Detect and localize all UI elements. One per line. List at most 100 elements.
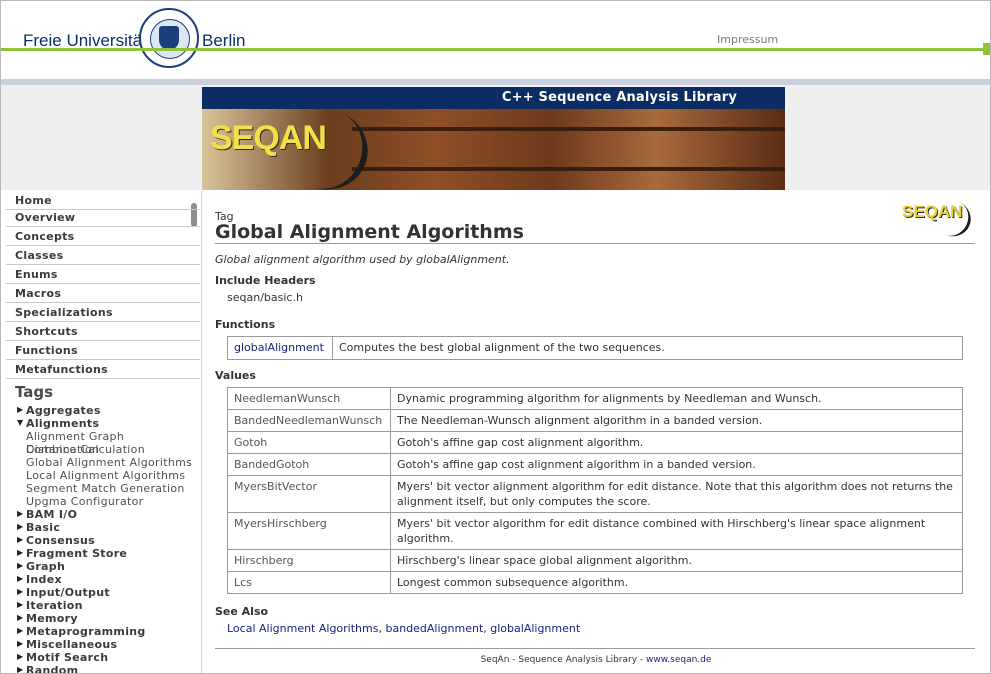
value-row: NeedlemanWunsch Dynamic programming algor… — [227, 387, 963, 410]
function-link[interactable]: globalAlignment — [234, 341, 324, 354]
footer-divider — [215, 648, 975, 649]
value-name: NeedlemanWunsch — [227, 387, 391, 410]
seqan-small-logo: SEQAN — [902, 202, 963, 221]
value-name: Gotoh — [227, 431, 391, 454]
value-row: Hirschberg Hirschberg's linear space glob… — [227, 549, 963, 572]
tag-group-alignments[interactable]: Alignments — [26, 417, 99, 430]
page-title: Global Alignment Algorithms — [215, 221, 524, 243]
footer-text: SeqAn - Sequence Analysis Library - — [480, 655, 647, 665]
nav-separator — [6, 321, 200, 322]
see-also-link[interactable]: Local Alignment Algorithms — [227, 622, 378, 635]
values-table: NeedlemanWunsch Dynamic programming algor… — [227, 387, 963, 594]
value-name: BandedGotoh — [227, 453, 391, 476]
see-also-link[interactable]: bandedAlignment — [385, 622, 483, 635]
tag-item-distance-calculation[interactable]: Distance Calculation — [26, 443, 145, 456]
nav-separator — [6, 359, 200, 360]
tag-item-local-alignment-algorithms[interactable]: Local Alignment Algorithms — [26, 469, 185, 482]
see-also-list: Local Alignment Algorithms, bandedAlignm… — [227, 622, 581, 635]
include-file: seqan/basic.h — [227, 291, 303, 304]
see-also-link[interactable]: globalAlignment — [490, 622, 580, 635]
value-description: Longest common subsequence algorithm. — [390, 571, 963, 594]
footer-link[interactable]: www.seqan.de — [646, 655, 711, 665]
expand-arrow-icon[interactable]: ▶ — [17, 548, 23, 557]
tag-group-index[interactable]: Index — [26, 573, 62, 586]
tag-group-metaprogramming[interactable]: Metaprogramming — [26, 625, 146, 638]
see-also-heading: See Also — [215, 605, 269, 618]
values-heading: Values — [215, 369, 256, 382]
value-description: Hirschberg's linear space global alignme… — [390, 549, 963, 572]
expand-arrow-icon[interactable]: ▶ — [17, 535, 23, 544]
expand-arrow-icon[interactable]: ▶ — [17, 652, 23, 661]
value-row: Gotoh Gotoh's affine gap cost alignment a… — [227, 431, 963, 454]
nav-separator — [6, 302, 200, 303]
nav-separator — [6, 340, 200, 341]
expand-arrow-icon[interactable]: ▶ — [17, 522, 23, 531]
library-shelves-image: SEQAN — [202, 96, 785, 190]
nav-separator — [6, 283, 200, 284]
value-name: Lcs — [227, 571, 391, 594]
browser-viewport: Freie Universität Berlin Impressum C++ S… — [0, 0, 991, 674]
expand-arrow-icon[interactable]: ▶ — [17, 639, 23, 648]
value-description: The Needleman-Wunsch alignment algorithm… — [390, 409, 963, 432]
tag-group-memory[interactable]: Memory — [26, 612, 78, 625]
functions-heading: Functions — [215, 318, 276, 331]
tag-group-aggregates[interactable]: Aggregates — [26, 404, 101, 417]
value-row: BandedGotoh Gotoh's affine gap cost align… — [227, 453, 963, 476]
value-name: Hirschberg — [227, 549, 391, 572]
tag-group-fragment-store[interactable]: Fragment Store — [26, 547, 127, 560]
value-description: Gotoh's affine gap cost alignment algori… — [390, 453, 963, 476]
include-headers-heading: Include Headers — [215, 274, 316, 287]
tag-item-segment-match-generation[interactable]: Segment Match Generation — [26, 482, 185, 495]
university-seal-icon — [139, 8, 199, 68]
expand-arrow-icon[interactable]: ▶ — [17, 626, 23, 635]
tag-group-motif-search[interactable]: Motif Search — [26, 651, 108, 664]
expand-arrow-icon[interactable]: ▶ — [17, 574, 23, 583]
title-divider — [215, 243, 975, 244]
page-description: Global alignment algorithm used by globa… — [215, 253, 510, 266]
expand-arrow-icon[interactable]: ▶ — [17, 561, 23, 570]
expand-arrow-icon[interactable]: ▶ — [17, 665, 23, 673]
nav-separator — [6, 226, 200, 227]
expand-arrow-icon[interactable]: ▶ — [17, 600, 23, 609]
expand-arrow-icon[interactable]: ▶ — [17, 587, 23, 596]
impressum-link[interactable]: Impressum — [717, 33, 778, 46]
header-accent-line — [1, 48, 990, 51]
sidebar: Home Overview Concepts Classes Enums Macros Sp… — [1, 190, 202, 673]
value-row: MyersBitVector Myers' bit vector alignmen… — [227, 475, 963, 513]
nav-separator — [6, 264, 200, 265]
tag-group-iteration[interactable]: Iteration — [26, 599, 83, 612]
collapse-arrow-icon[interactable]: ▼ — [17, 418, 23, 427]
tag-group-graph[interactable]: Graph — [26, 560, 65, 573]
expand-arrow-icon[interactable]: ▶ — [17, 509, 23, 518]
function-row: globalAlignment Computes the best global … — [227, 336, 963, 360]
value-description: Myers' bit vector alignment algorithm fo… — [390, 475, 963, 513]
value-description: Myers' bit vector algorithm for edit dis… — [390, 512, 963, 550]
tag-group-miscellaneous[interactable]: Miscellaneous — [26, 638, 117, 651]
nav-separator — [6, 209, 200, 210]
tags-heading: Tags — [15, 383, 54, 401]
value-row: BandedNeedlemanWunsch The Needleman-Wunsc… — [227, 409, 963, 432]
value-description: Dynamic programming algorithm for alignm… — [390, 387, 963, 410]
main-content: Tag Global Alignment Algorithms SEQAN Gl… — [202, 190, 990, 673]
tag-group-bam-i-o[interactable]: BAM I/O — [26, 508, 77, 521]
value-row: Lcs Longest common subsequence algorithm. — [227, 571, 963, 594]
value-description: Gotoh's affine gap cost alignment algori… — [390, 431, 963, 454]
expand-arrow-icon[interactable]: ▶ — [17, 613, 23, 622]
tag-group-input-output[interactable]: Input/Output — [26, 586, 110, 599]
nav-separator — [6, 378, 200, 379]
tag-group-basic[interactable]: Basic — [26, 521, 60, 534]
expand-arrow-icon[interactable]: ▶ — [17, 405, 23, 414]
banner-title: C++ Sequence Analysis Library — [501, 90, 737, 105]
tag-group-consensus[interactable]: Consensus — [26, 534, 95, 547]
tag-item-upgma-configurator[interactable]: Upgma Configurator — [26, 495, 143, 508]
nav-separator — [6, 245, 200, 246]
value-name: MyersBitVector — [227, 475, 391, 513]
seqan-logo: SEQAN — [210, 119, 327, 157]
functions-table: globalAlignment Computes the best global … — [227, 336, 963, 360]
tag-item-global-alignment-algorithms[interactable]: Global Alignment Algorithms — [26, 456, 192, 469]
tag-group-random[interactable]: Random — [26, 664, 78, 673]
value-name: BandedNeedlemanWunsch — [227, 409, 391, 432]
banner-title-bar: C++ Sequence Analysis Library — [202, 87, 785, 109]
function-description: Computes the best global alignment of th… — [332, 336, 963, 360]
value-row: MyersHirschberg Myers' bit vector algorit… — [227, 512, 963, 550]
